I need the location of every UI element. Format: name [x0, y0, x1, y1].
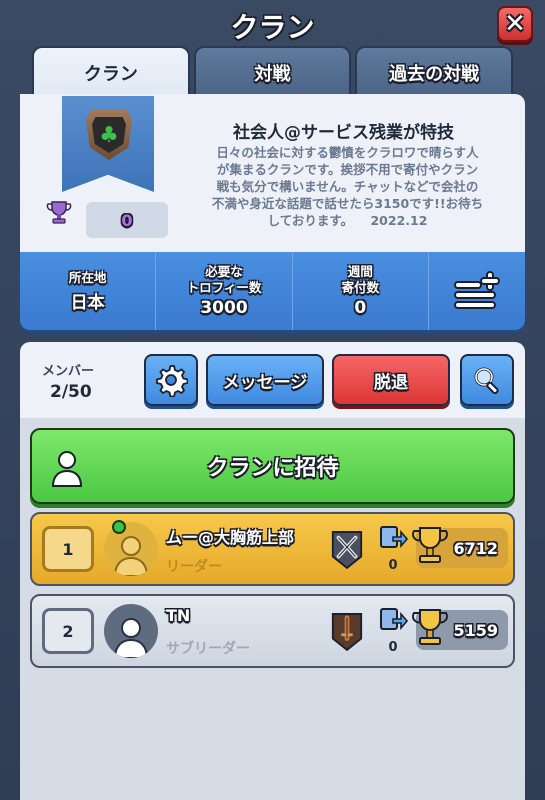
- description-line: 日々の社会に対する鬱憤をクラロワで晴らす人: [216, 145, 479, 160]
- rank-badge: 2: [42, 608, 94, 654]
- stat-value: 0: [354, 298, 367, 318]
- trophy-value: 5159: [453, 620, 498, 640]
- tab-clan[interactable]: クラン: [32, 46, 190, 98]
- invite-button-label: クランに招待: [206, 456, 339, 481]
- clan-name: 社会人@サービス残業が特技: [233, 123, 454, 143]
- stat-value: 3000: [200, 298, 248, 318]
- player-role: サブリーダー: [166, 641, 250, 657]
- members-count: 2/50: [50, 382, 92, 402]
- stat-required-trophies: 必要な トロフィー数 3000: [156, 252, 293, 330]
- stat-label: 寄付数: [341, 280, 380, 295]
- description-line: 不満や身近な話題で話せたら3150です!!お待ち: [211, 196, 484, 211]
- player-role: リーダー: [166, 559, 222, 575]
- stat-label: トロフィー数: [186, 280, 262, 295]
- search-icon: [474, 367, 499, 395]
- stat-weekly-donations: 週間 寄付数 0: [293, 252, 429, 330]
- clan-war-trophy-icon: [44, 198, 74, 228]
- person-icon: [51, 451, 83, 487]
- description-line: が集まるクランです。挨拶不用で寄付やクラン: [216, 162, 479, 177]
- invite-to-clan-button[interactable]: クランに招待: [30, 428, 515, 504]
- member-list-area: クランに招待 1 ムー@大胸筋上部 リーダー 0 6712 2 TN サブリーダ…: [20, 418, 525, 800]
- tab-label: 対戦: [254, 64, 291, 85]
- clan-stats-bar: 所在地 日本 必要な トロフィー数 3000 週間 寄付数 0: [20, 252, 525, 330]
- trophy-icon: [411, 609, 449, 645]
- gear-icon: [156, 365, 188, 397]
- donations: 0: [378, 606, 409, 655]
- donations: 0: [378, 524, 409, 573]
- settings-button[interactable]: [144, 354, 198, 406]
- close-icon: ✕: [504, 9, 526, 39]
- member-row[interactable]: 1 ムー@大胸筋上部 リーダー 0 6712: [30, 512, 515, 586]
- clover-icon: ♣: [92, 117, 126, 153]
- list-add-button[interactable]: [429, 252, 525, 330]
- message-button-label: メッセージ: [222, 372, 308, 393]
- rank-number: 2: [62, 621, 74, 641]
- description-line: しております。 2022.12: [267, 213, 428, 228]
- person-icon: [113, 536, 149, 576]
- member-row[interactable]: 2 TN サブリーダー 0 5159: [30, 594, 515, 668]
- donation-count: 0: [388, 640, 398, 655]
- leave-button[interactable]: 脱退: [332, 354, 450, 406]
- clan-info-panel: ♣ 0 社会人@サービス残業が特技 日々の社会に対する鬱憤をクラロワで晴らす人 …: [20, 94, 525, 252]
- stat-label: 所在地: [68, 269, 107, 285]
- tab-past-wars[interactable]: 過去の対戦: [355, 46, 514, 98]
- donate-card-icon: [380, 526, 409, 549]
- clan-description: 日々の社会に対する鬱憤をクラロワで晴らす人 が集まるクランです。挨拶不用で寄付や…: [180, 144, 515, 229]
- rank-badge: 1: [42, 526, 94, 572]
- clan-war-trophy-value: 0: [121, 210, 133, 230]
- avatar: [104, 604, 158, 658]
- tab-war[interactable]: 対戦: [193, 46, 352, 98]
- members-label: メンバー: [42, 364, 95, 379]
- trophy-count: 6712: [411, 527, 508, 568]
- sword-shield-icon: [330, 610, 364, 652]
- message-button[interactable]: メッセージ: [206, 354, 324, 406]
- search-button[interactable]: [460, 354, 514, 406]
- player-name: TN: [166, 606, 191, 625]
- clan-war-trophy-count: 0: [86, 202, 168, 238]
- person-icon: [113, 618, 149, 658]
- member-toolbar: メンバー 2/50 メッセージ 脱退: [20, 342, 525, 418]
- player-name: ムー@大胸筋上部: [166, 528, 295, 547]
- description-line: 戦も気分で構いません。チャットなどで会社の: [216, 179, 479, 194]
- donate-card-icon: [380, 608, 409, 631]
- tab-bar: クラン 対戦 過去の対戦: [32, 46, 514, 98]
- trophy-count: 5159: [411, 609, 508, 650]
- crossed-swords-icon: [330, 528, 364, 570]
- trophy-icon: [411, 527, 449, 563]
- rank-number: 1: [62, 539, 74, 559]
- tab-label: 過去の対戦: [389, 64, 480, 85]
- leave-button-label: 脱退: [374, 372, 408, 393]
- list-add-icon: [453, 271, 500, 309]
- tab-label: クラン: [83, 64, 138, 85]
- stat-label: 週間: [347, 264, 373, 279]
- online-status-dot: [112, 520, 126, 534]
- donation-count: 0: [388, 558, 398, 573]
- trophy-value: 6712: [453, 538, 498, 558]
- page-title: クラン: [230, 11, 315, 44]
- stat-value: 日本: [70, 292, 105, 313]
- stat-location: 所在地 日本: [20, 252, 157, 330]
- stat-label: 必要な: [205, 264, 243, 279]
- close-button[interactable]: ✕: [497, 6, 533, 42]
